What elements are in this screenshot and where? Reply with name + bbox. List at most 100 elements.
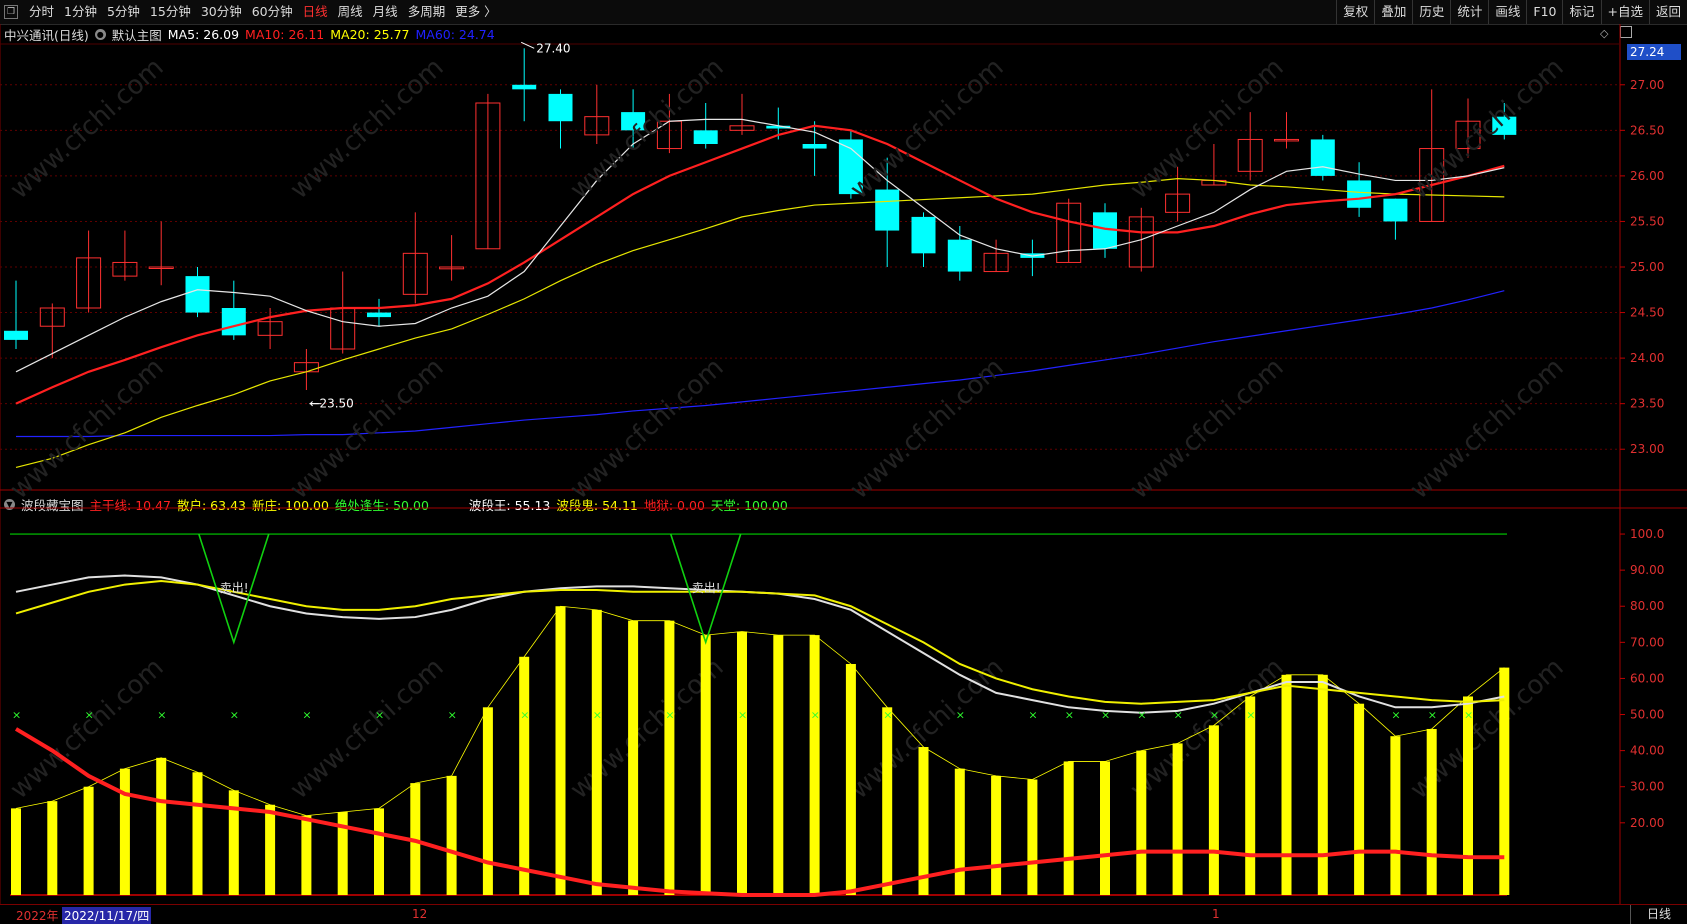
- wave-bar: [991, 775, 1002, 895]
- period-tab-day[interactable]: 日线: [1630, 905, 1687, 924]
- wave-bar: [11, 808, 21, 895]
- green-cross: ×: [1391, 709, 1400, 722]
- wave-bar: [918, 747, 929, 895]
- price-axis-label: 26.00: [1630, 169, 1664, 183]
- wave-bar: [1426, 728, 1437, 895]
- watermark: www.cfchi.com: [285, 52, 450, 205]
- watermark: www.cfchi.com: [285, 352, 450, 505]
- candle-body-down: [512, 84, 537, 90]
- wave-bar: [773, 635, 784, 895]
- wave-bar: [882, 707, 893, 895]
- watermark: www.cfchi.com: [1405, 52, 1570, 205]
- sub-axis-label: 90.00: [1630, 563, 1664, 577]
- candle-body-down: [693, 130, 718, 144]
- candle-body-down: [221, 308, 246, 336]
- wave-bar: [192, 772, 203, 895]
- wave-bar: [83, 786, 94, 895]
- high-marker-label: 27.40: [536, 41, 570, 55]
- wave-bar: [1354, 703, 1365, 895]
- wave-bar: [1317, 674, 1328, 895]
- candle-body-down: [185, 276, 210, 313]
- wave-bar: [1245, 696, 1256, 895]
- green-cross: ×: [157, 709, 166, 722]
- main-trunk-line: [14, 727, 1505, 897]
- watermark: www.cfchi.com: [5, 652, 170, 805]
- wave-bar: [845, 663, 856, 895]
- candle-body-down: [367, 312, 391, 318]
- price-axis-label: 27.00: [1630, 78, 1664, 92]
- green-cross: ×: [1028, 709, 1037, 722]
- green-cross: ×: [302, 709, 311, 722]
- ma10-line: [15, 124, 1505, 405]
- price-axis-label: 23.50: [1630, 397, 1664, 411]
- candle-body-down: [4, 330, 28, 340]
- wave-king-line: [15, 574, 1505, 714]
- watermark: www.cfchi.com: [1405, 352, 1570, 505]
- sub-axis-label: 20.00: [1630, 816, 1664, 830]
- green-cross: ×: [1174, 709, 1183, 722]
- watermark: www.cfchi.com: [565, 52, 730, 205]
- candle-body-down: [1383, 198, 1408, 222]
- year-label: 2022年: [16, 909, 59, 923]
- sell-signal-label: 卖出!: [220, 581, 249, 595]
- wave-bar: [301, 815, 312, 895]
- watermark: www.cfchi.com: [1125, 352, 1290, 505]
- green-cross: ×: [593, 709, 602, 722]
- candle-body-down: [548, 93, 573, 122]
- candle-body-down: [875, 189, 900, 231]
- green-cross: ×: [665, 709, 674, 722]
- green-cross: ×: [1065, 709, 1074, 722]
- green-cross: ×: [1137, 709, 1146, 722]
- green-cross: ×: [956, 709, 965, 722]
- wave-bar: [374, 808, 384, 895]
- candle-body-down: [1347, 180, 1372, 208]
- wave-bar: [119, 768, 130, 895]
- green-cross: ×: [738, 709, 747, 722]
- wave-bar: [156, 757, 167, 895]
- green-cross: ×: [375, 709, 384, 722]
- low-marker-label: ←23.50: [309, 397, 353, 411]
- wave-bar: [519, 656, 530, 895]
- sell-signal-label: 卖出!: [692, 581, 721, 595]
- green-cross: ×: [1210, 709, 1219, 722]
- watermark: www.cfchi.com: [845, 352, 1010, 505]
- green-cross: ×: [85, 709, 94, 722]
- price-axis-label: 24.50: [1630, 306, 1664, 320]
- wave-bar: [1063, 761, 1074, 895]
- wave-bar: [1281, 674, 1292, 895]
- candle-body-down: [802, 144, 827, 149]
- sub-axis-label: 70.00: [1630, 635, 1664, 649]
- candle-body-down: [947, 239, 972, 272]
- watermark: www.cfchi.com: [5, 52, 170, 205]
- wave-bar: [1208, 725, 1219, 895]
- watermark: www.cfchi.com: [5, 352, 170, 505]
- wave-bar: [482, 707, 493, 895]
- cursor-date: 2022/11/17/四: [62, 907, 152, 924]
- green-cross: ×: [230, 709, 239, 722]
- sub-axis-label: 50.00: [1630, 708, 1664, 722]
- wave-bar: [47, 801, 58, 895]
- price-axis-label: 23.00: [1630, 442, 1664, 456]
- wave-bar: [555, 606, 566, 895]
- wave-ghost-line: [15, 579, 1505, 705]
- wave-bar: [265, 804, 276, 895]
- wave-bar: [664, 620, 675, 895]
- green-cross: ×: [520, 709, 529, 722]
- green-cross: ×: [1428, 709, 1437, 722]
- month-label-1: 1: [1212, 907, 1220, 921]
- green-cross: ×: [1101, 709, 1110, 722]
- wave-bar: [628, 620, 639, 895]
- green-cross: ×: [448, 709, 457, 722]
- sub-axis-label: 30.00: [1630, 780, 1664, 794]
- wave-bar: [737, 631, 747, 895]
- watermark: www.cfchi.com: [285, 652, 450, 805]
- watermark: www.cfchi.com: [565, 352, 730, 505]
- candle-body-down: [1310, 139, 1335, 176]
- wave-bar: [1463, 696, 1473, 895]
- wave-bar: [1390, 736, 1401, 895]
- sub-axis-label: 100.0: [1630, 527, 1664, 541]
- wave-bar: [809, 635, 820, 895]
- price-axis-label: 25.50: [1630, 214, 1664, 228]
- wave-bar: [1100, 761, 1110, 895]
- chart-canvas[interactable]: 27.00 26.50 26.00 25.50 25.00 24.50 24.00 23.50…: [0, 0, 1687, 904]
